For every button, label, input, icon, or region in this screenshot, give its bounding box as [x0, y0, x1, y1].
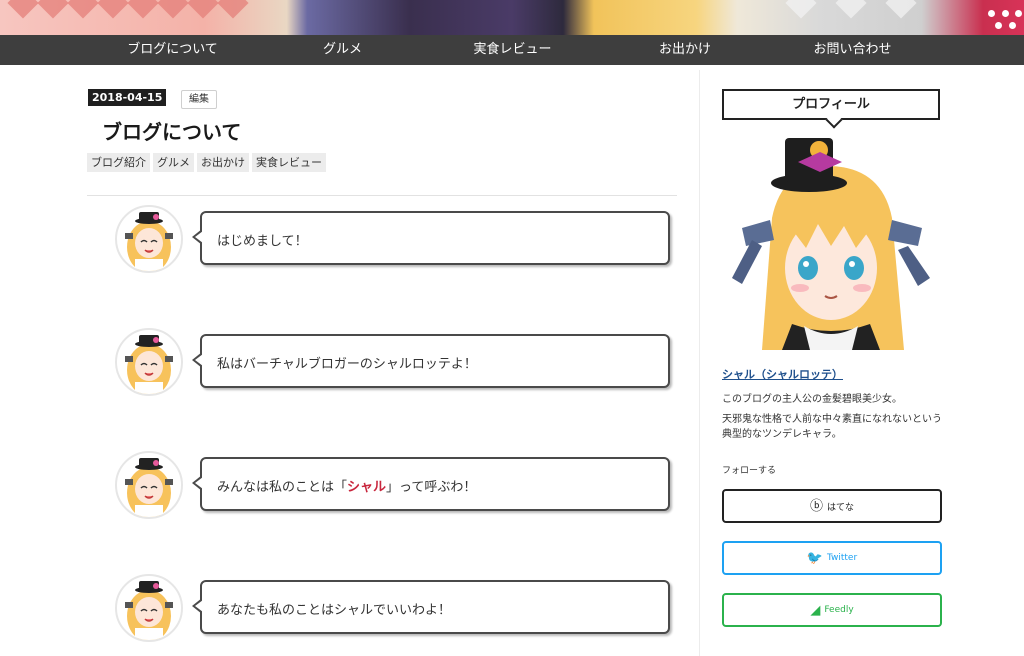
profile-name-link[interactable]: シャル（シャルロッテ）: [722, 366, 843, 382]
speech-text-part: 」って呼ぶわ！: [386, 480, 477, 495]
banner-diamond: [127, 0, 159, 19]
banner-diamond: [67, 0, 99, 19]
feedly-icon: ◢: [810, 602, 821, 618]
avatar: [115, 328, 183, 396]
banner-diamond: [785, 0, 817, 19]
hatena-icon: ⓑ: [809, 498, 823, 514]
avatar: [115, 451, 183, 519]
category-tag[interactable]: 実食レビュー: [252, 153, 326, 172]
post-date: 2018-04-15: [88, 89, 167, 106]
category-tag[interactable]: グルメ: [153, 153, 194, 172]
speech-text-part: みんなは私のことは「: [217, 480, 348, 495]
nav-item-contact[interactable]: お問い合わせ: [800, 35, 905, 65]
profile-image: [722, 128, 940, 350]
nav-item-review[interactable]: 実食レビュー: [460, 35, 565, 65]
follow-twitter-button[interactable]: 🐦 Twitter: [722, 541, 942, 575]
follow-feedly-button[interactable]: ◢ Feedly: [722, 593, 942, 627]
category-tag[interactable]: お出かけ: [197, 153, 249, 172]
character-face-icon: [125, 458, 173, 517]
banner-dot: [1015, 10, 1022, 17]
header-banner-image: [0, 0, 1024, 35]
nav-item-outing[interactable]: お出かけ: [645, 35, 725, 65]
banner-dot: [1009, 22, 1016, 29]
profile-description: このブログの主人公の金髪碧眼美少女。: [722, 394, 902, 405]
character-portrait-icon: [732, 138, 930, 350]
nav-item-about[interactable]: ブログについて: [115, 35, 230, 65]
avatar: [115, 205, 183, 273]
banner-diamond: [217, 0, 249, 19]
speech-bubble: 私はバーチャルブロガーのシャルロッテよ！: [192, 334, 670, 388]
speech-message: はじめまして！: [115, 205, 675, 275]
speech-message: みんなは私のことは「シャル」って呼ぶわ！: [115, 451, 675, 521]
banner-diamond: [37, 0, 69, 19]
follow-button-label: Twitter: [827, 553, 858, 563]
global-nav: ブログについて グルメ 実食レビュー お出かけ お問い合わせ: [0, 35, 1024, 65]
banner-diamond: [187, 0, 219, 19]
speech-bubble: はじめまして！: [192, 211, 670, 265]
character-face-icon: [125, 335, 173, 394]
banner-dot: [1002, 10, 1009, 17]
speech-bubble: みんなは私のことは「シャル」って呼ぶわ！: [192, 457, 670, 511]
character-face-icon: [125, 212, 173, 271]
sidebar-divider: [699, 70, 700, 656]
profile-description: 天邪鬼な性格で人前な中々素直になれないという典型的なツンデレキャラ。: [722, 414, 942, 440]
banner-diamond: [7, 0, 39, 19]
banner-diamond: [835, 0, 867, 19]
speech-text: はじめまして！: [217, 234, 308, 249]
speech-message: あなたも私のことはシャルでいいわよ！: [115, 574, 675, 644]
category-list: ブログ紹介 グルメ お出かけ 実食レビュー: [87, 153, 326, 172]
highlight-name: シャル: [347, 480, 387, 495]
banner-diamond: [157, 0, 189, 19]
speech-text: みんなは私のことは「シャル」って呼ぶわ！: [217, 476, 476, 495]
category-tag[interactable]: ブログ紹介: [87, 153, 150, 172]
banner-dot: [988, 10, 995, 17]
speech-bubble: あなたも私のことはシャルでいいわよ！: [192, 580, 670, 634]
banner-diamond: [885, 0, 917, 19]
divider: [87, 195, 677, 196]
speech-text: 私はバーチャルブロガーのシャルロッテよ！: [217, 357, 477, 372]
follow-button-label: Feedly: [824, 605, 854, 615]
banner-diamond: [97, 0, 129, 19]
character-face-icon: [125, 581, 173, 640]
follow-hatena-button[interactable]: ⓑ はてな: [722, 489, 942, 523]
speech-text: あなたも私のことはシャルでいいわよ！: [217, 603, 452, 618]
twitter-icon: 🐦: [806, 550, 823, 566]
avatar: [115, 574, 183, 642]
follow-button-label: はてな: [827, 502, 855, 513]
nav-item-gourmet[interactable]: グルメ: [305, 35, 380, 65]
banner-dot: [995, 22, 1002, 29]
follow-label: フォローする: [722, 466, 777, 476]
page-title: ブログについて: [102, 120, 242, 144]
speech-message: 私はバーチャルブロガーのシャルロッテよ！: [115, 328, 675, 398]
profile-heading: プロフィール: [722, 89, 940, 120]
edit-button[interactable]: 編集: [181, 90, 217, 109]
